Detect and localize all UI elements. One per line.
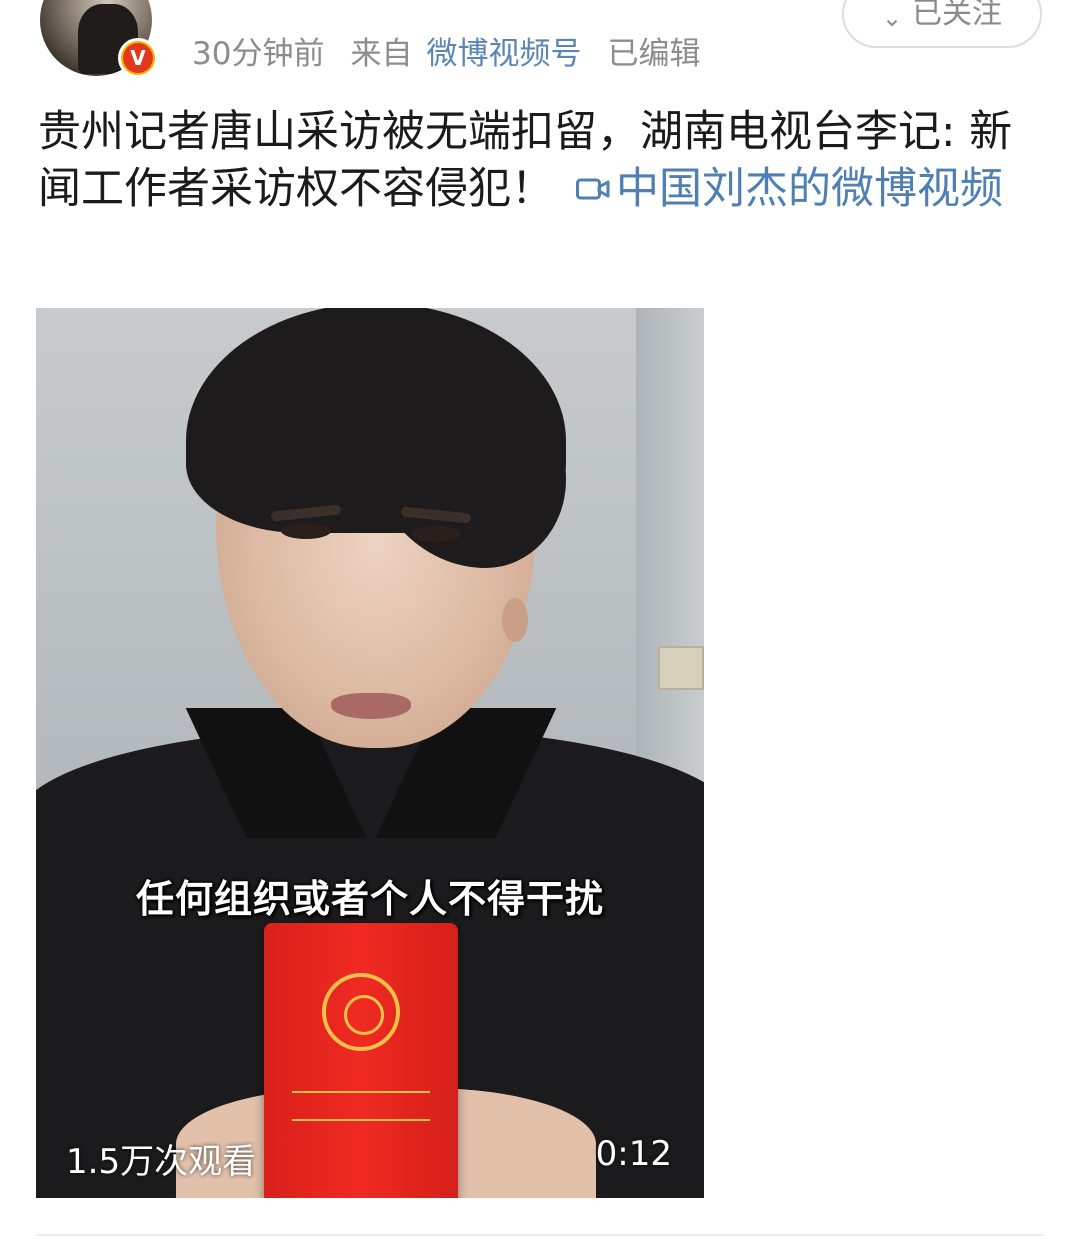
post-timestamp: 30分钟前 bbox=[192, 36, 325, 72]
verified-badge-letter: V bbox=[123, 43, 153, 73]
view-count: 1.5万次观看 bbox=[66, 1142, 257, 1182]
divider bbox=[36, 1234, 1044, 1236]
wall-switch bbox=[658, 646, 704, 690]
video-duration: 0:12 bbox=[595, 1134, 672, 1174]
post-body: 贵州记者唐山采访被无端扣留，湖南电视台李记: 新闻工作者采访权不容侵犯！ 中国刘杰… bbox=[38, 104, 1048, 218]
follow-button[interactable]: ⌄ 已关注 bbox=[842, 0, 1042, 48]
national-emblem-icon bbox=[322, 973, 400, 1051]
press-card-title-band bbox=[292, 1091, 430, 1121]
person-mouth bbox=[331, 693, 411, 719]
person-eye-right bbox=[411, 526, 461, 542]
weibo-post: V 30分钟前 来自 微博视频号 已编辑 ⌄ 已关注 贵州记者唐山采访被无端扣留，湖南… bbox=[0, 0, 1080, 1257]
video-link[interactable]: 中国刘杰的微博视频 bbox=[616, 164, 1003, 214]
video-subtitle: 任何组织或者个人不得干扰 bbox=[135, 877, 604, 921]
verified-badge-icon: V bbox=[118, 38, 158, 78]
press-card-book bbox=[264, 923, 458, 1198]
person-eye-left bbox=[281, 523, 331, 539]
video-player[interactable]: 任何组织或者个人不得干扰 1.5万次观看 0:12 bbox=[36, 308, 704, 1198]
edited-label[interactable]: 已编辑 bbox=[607, 36, 700, 72]
source-link[interactable]: 微博视频号 bbox=[426, 36, 581, 72]
person-ear bbox=[502, 598, 528, 642]
video-camera-icon bbox=[576, 178, 610, 199]
source-prefix: 来自 bbox=[350, 36, 413, 72]
chevron-down-icon: ⌄ bbox=[881, 4, 903, 32]
follow-button-label: 已关注 bbox=[912, 0, 1003, 31]
post-meta: 30分钟前 来自 微博视频号 已编辑 bbox=[192, 32, 726, 76]
